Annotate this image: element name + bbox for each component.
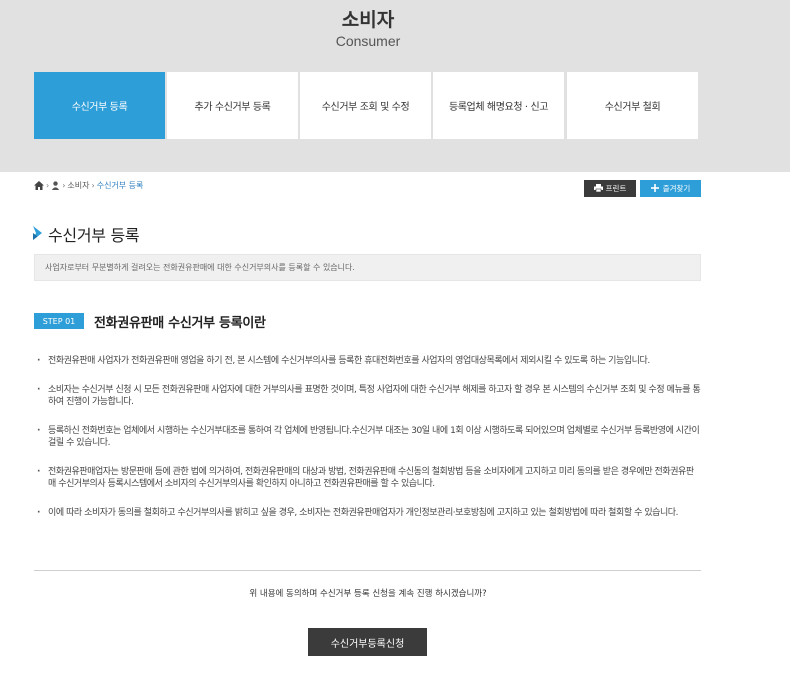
list-item: 이에 따라 소비자가 동의를 철회하고 수신거부의사를 밝히고 싶을 경우, 소… — [36, 507, 701, 520]
breadcrumb-item-consumer[interactable]: 소비자 — [67, 180, 89, 191]
breadcrumb-separator: › — [46, 180, 50, 190]
list-item: 등록하신 전화번호는 업체에서 시행하는 수신거부대조를 통하여 각 업체에 반… — [36, 425, 701, 450]
home-icon[interactable] — [34, 180, 44, 190]
page-title: 소비자 — [341, 9, 395, 31]
print-button[interactable]: 프린트 — [584, 180, 636, 197]
breadcrumb-separator: › — [62, 180, 66, 190]
section-heading: 수신거부 등록 — [33, 224, 140, 245]
section-description: 사업자로부터 무분별하게 걸려오는 전화권유판매에 대한 수신거부의사를 등록할… — [34, 254, 701, 281]
tab-bar: 수신거부 등록 추가 수신거부 등록 수신거부 조회 및 수정 등록업체 해명요… — [34, 72, 698, 139]
step-title: 전화권유판매 수신거부 등록이란 — [94, 315, 266, 331]
tab-explanation-report[interactable]: 등록업체 해명요청 · 신고 — [433, 72, 564, 139]
info-list: 전화권유판매 사업자가 전화권유판매 영업을 하기 전, 본 시스템에 수신거부… — [36, 355, 701, 535]
person-icon — [51, 180, 60, 190]
favorite-button[interactable]: 즐겨찾기 — [640, 180, 701, 197]
section-title: 수신거부 등록 — [48, 226, 140, 245]
list-item: 소비자는 수신거부 신청 시 모든 전화권유판매 사업자에 대한 거부의사를 표… — [36, 384, 701, 409]
list-item: 전화권유판매업자는 방문판매 등에 관한 법에 의거하여, 전화권유판매의 대상… — [36, 466, 701, 491]
step-heading: STEP 01 전화권유판매 수신거부 등록이란 — [34, 312, 266, 331]
print-label: 프린트 — [605, 184, 627, 193]
tab-inquiry-edit[interactable]: 수신거부 조회 및 수정 — [300, 72, 431, 139]
header-area: 소비자 Consumer 수신거부 등록 추가 수신거부 등록 수신거부 조회 … — [0, 0, 790, 172]
tab-withdraw[interactable]: 수신거부 철회 — [567, 72, 698, 139]
confirm-question: 위 내용에 동의하며 수신거부 등록 신청을 계속 진행 하시겠습니까? — [249, 589, 487, 599]
breadcrumb-separator: › — [91, 180, 95, 190]
description-text: 사업자로부터 무분별하게 걸려오는 전화권유판매에 대한 수신거부의사를 등록할… — [45, 263, 355, 272]
list-item: 전화권유판매 사업자가 전화권유판매 영업을 하기 전, 본 시스템에 수신거부… — [36, 355, 701, 368]
breadcrumb-item-current[interactable]: 수신거부 등록 — [97, 180, 144, 191]
step-badge: STEP 01 — [34, 313, 84, 329]
breadcrumb: › › 소비자 › 수신거부 등록 — [34, 179, 143, 191]
tab-refusal-register[interactable]: 수신거부 등록 — [34, 72, 165, 139]
plus-icon — [650, 183, 659, 194]
submit-registration-button[interactable]: 수신거부등록신청 — [308, 628, 427, 656]
printer-icon — [593, 183, 603, 194]
section-marker-icon — [33, 225, 42, 244]
tab-additional-register[interactable]: 추가 수신거부 등록 — [167, 72, 298, 139]
favorite-label: 즐겨찾기 — [662, 184, 691, 193]
divider — [34, 570, 701, 571]
page-subtitle: Consumer — [335, 33, 401, 49]
